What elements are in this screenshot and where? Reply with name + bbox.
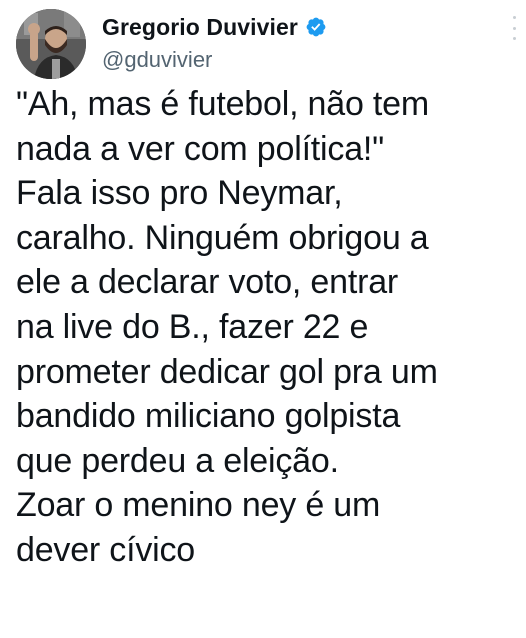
tweet-text-line: na live do B., fazer 22 e	[16, 307, 369, 346]
tweet-text-line: bandido miliciano golpista	[16, 397, 401, 436]
tweet-text-line: Fala isso pro Neymar,	[16, 174, 343, 213]
avatar[interactable]	[16, 9, 86, 79]
tweet-text: "Ah, mas é futebol, não tem nada a ver c…	[16, 82, 516, 573]
tweet-text-line: Zoar o menino ney é um	[16, 486, 381, 525]
verified-badge-icon	[305, 16, 327, 38]
tweet-text-line: ele a declarar voto, entrar	[16, 263, 399, 302]
tweet-text-line: que perdeu a eleição.	[16, 441, 339, 480]
tweet-text-line: prometer dedicar gol pra um	[16, 352, 438, 391]
tweet-text-line: caralho. Ninguém obrigou a	[16, 218, 429, 257]
tweet-text-line: "Ah, mas é futebol, não tem	[16, 85, 430, 123]
author-handle[interactable]: @gduvivier	[102, 47, 212, 73]
author-name-row: Gregorio Duvivier	[102, 12, 327, 42]
more-dot	[512, 16, 516, 19]
tweet-card: Gregorio Duvivier @gduvivier "Ah, mas é …	[0, 0, 526, 638]
more-dot	[512, 37, 516, 40]
tweet-text-line: nada a ver com política!"	[16, 129, 385, 168]
more-dot	[512, 26, 516, 30]
author-display-name[interactable]: Gregorio Duvivier	[102, 14, 298, 41]
tweet-text-line: dever cívico	[16, 530, 196, 569]
more-options-icon[interactable]	[508, 16, 520, 40]
avatar-photo	[16, 9, 86, 79]
